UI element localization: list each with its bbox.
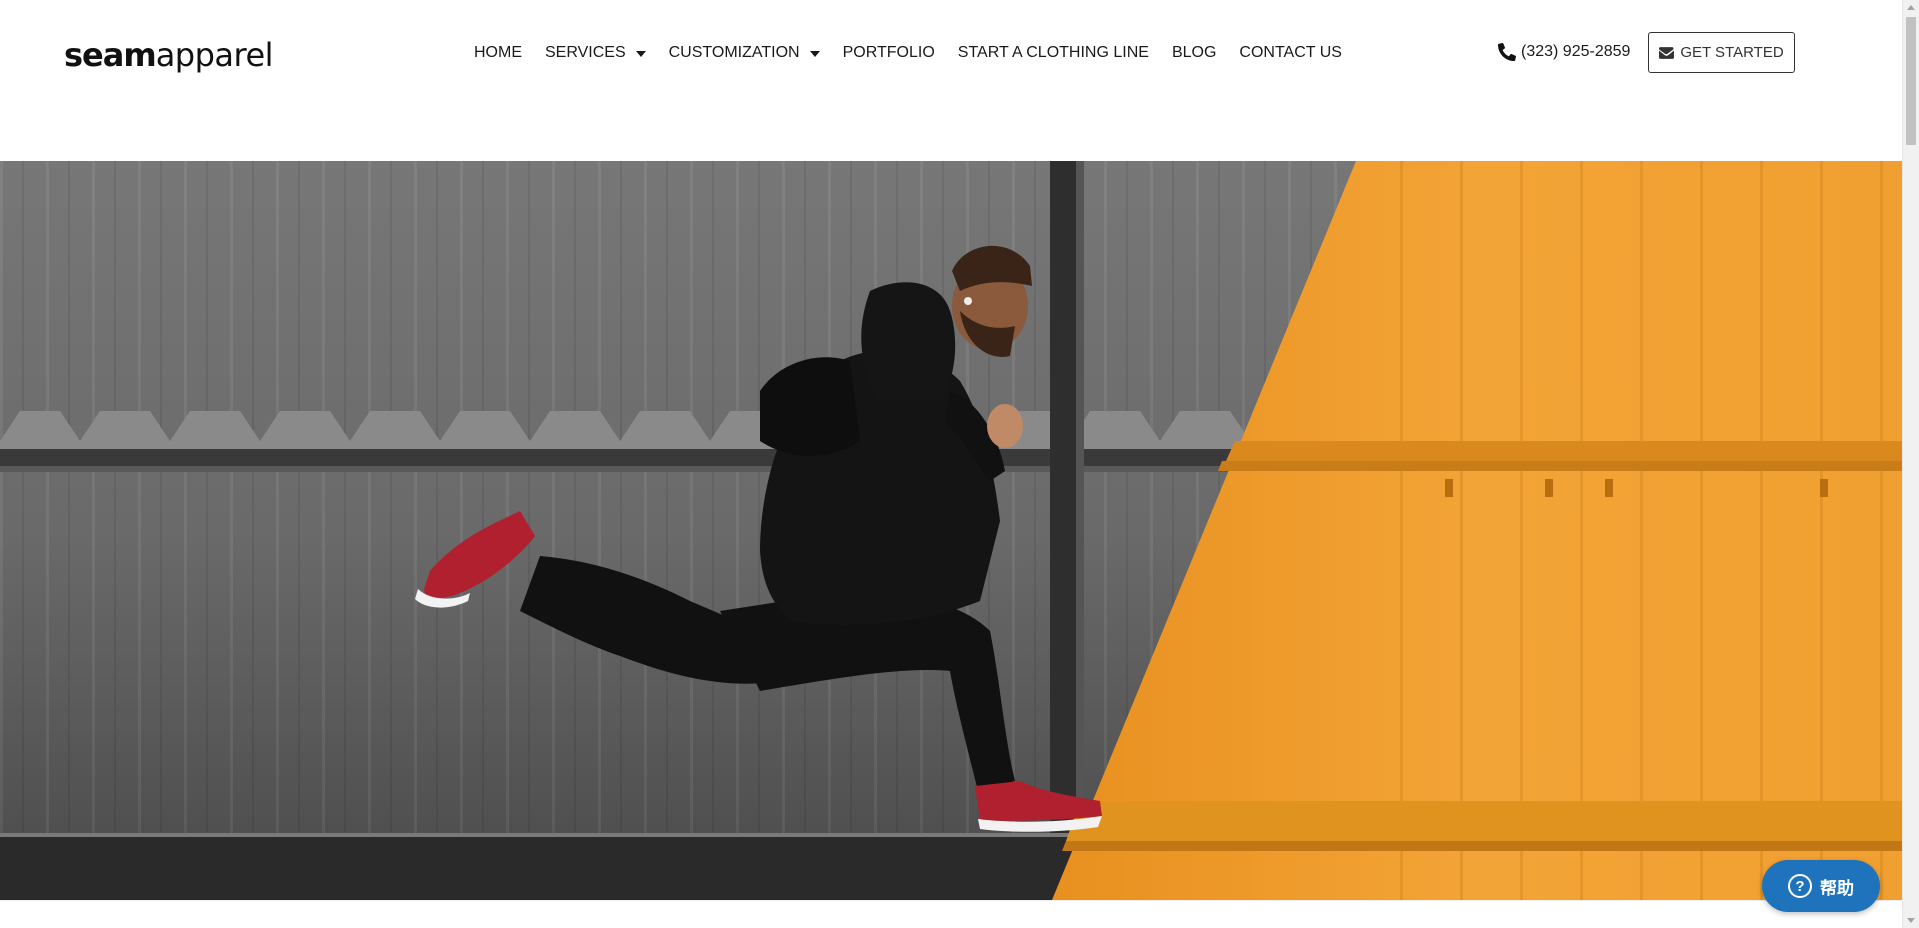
help-label: 帮助 — [1820, 878, 1854, 898]
nav-item-blog[interactable]: BLOG — [1172, 44, 1216, 62]
nav-item-home[interactable]: HOME — [474, 44, 522, 62]
scroll-thumb[interactable] — [1906, 17, 1916, 145]
question-circle-icon: ? — [1788, 874, 1812, 898]
nav-item-label: PORTFOLIO — [842, 44, 935, 61]
envelope-icon — [1659, 46, 1675, 59]
nav-item-customization[interactable]: CUSTOMIZATION — [669, 44, 820, 62]
site-header: seam apparel HOME SERVICES CUSTOMIZATION … — [0, 0, 1902, 161]
get-started-button[interactable]: GET STARTED — [1648, 32, 1795, 73]
main-nav: HOME SERVICES CUSTOMIZATION PORTFOLIO ST… — [474, 44, 1342, 62]
site-logo[interactable]: seam apparel — [64, 36, 274, 76]
caret-down-icon — [809, 50, 820, 57]
nav-item-label: BLOG — [1171, 44, 1217, 61]
nav-item-contact-us[interactable]: CONTACT US — [1239, 44, 1342, 62]
page-content-start — [0, 900, 1902, 928]
nav-item-label: START A CLOTHING LINE — [957, 44, 1149, 61]
get-started-label: GET STARTED — [1680, 44, 1784, 61]
phone-number: (323) 925-2859 — [1521, 43, 1631, 60]
logo-bold-text: seam — [64, 36, 157, 74]
nav-item-services[interactable]: SERVICES — [545, 44, 646, 62]
help-button[interactable]: ? 帮助 — [1762, 860, 1880, 912]
nav-item-label: CUSTOMIZATION — [668, 44, 800, 61]
nav-item-portfolio[interactable]: PORTFOLIO — [843, 44, 935, 62]
nav-item-start-clothing-line[interactable]: START A CLOTHING LINE — [958, 44, 1149, 62]
logo-light-text: apparel — [155, 36, 274, 74]
scroll-up-arrow-icon[interactable] — [1907, 5, 1915, 10]
phone-icon — [1498, 43, 1516, 61]
vertical-scrollbar[interactable] — [1902, 0, 1919, 928]
nav-item-label: CONTACT US — [1239, 44, 1342, 61]
nav-item-label: HOME — [474, 44, 522, 61]
hero-banner — [0, 161, 1902, 900]
phone-link[interactable]: (323) 925-2859 — [1498, 43, 1630, 61]
scroll-down-arrow-icon[interactable] — [1907, 918, 1915, 923]
nav-item-label: SERVICES — [545, 44, 626, 61]
hero-image — [0, 161, 1902, 900]
caret-down-icon — [635, 50, 646, 57]
